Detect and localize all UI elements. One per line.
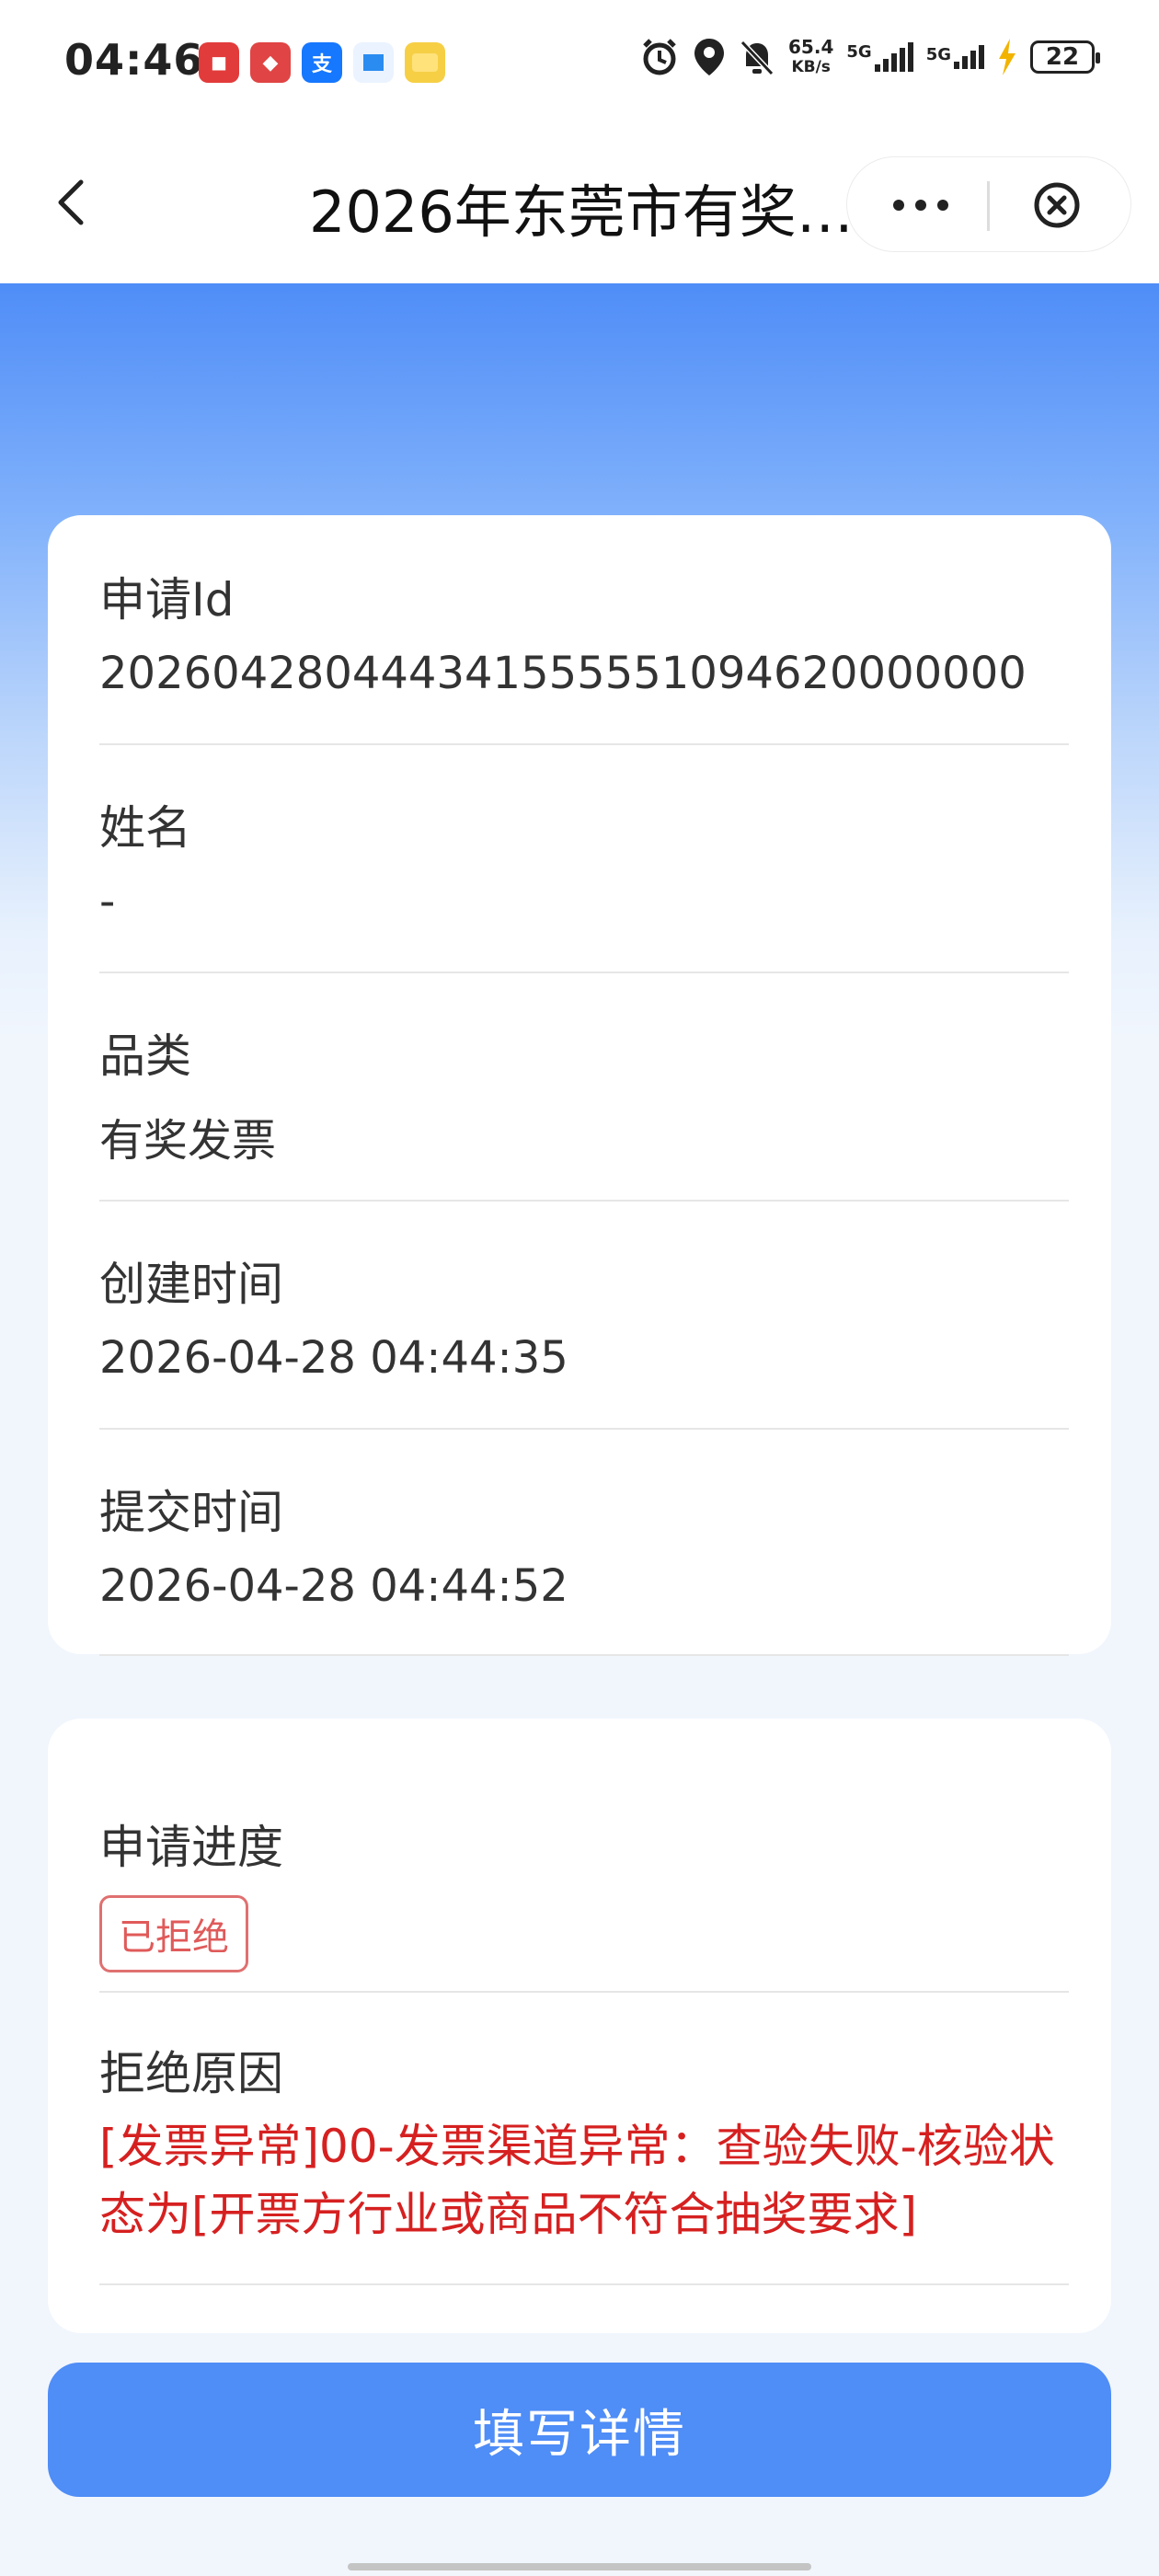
system-indicators: 65.4 KB/s 5G 5G 22 [639, 37, 1100, 77]
category-label: 品类 [99, 1029, 191, 1083]
category-value: 有奖发票 [99, 1115, 277, 1167]
submitted-time-value: 2026-04-28 04:44:52 [99, 1560, 568, 1612]
capsule-divider [987, 181, 990, 231]
sim1-signal: 5G [846, 42, 913, 72]
created-time-label: 创建时间 [99, 1258, 283, 1311]
network-speed: 65.4 KB/s [788, 37, 833, 77]
reject-reason-text: [发票异常]00-发票渠道异常：查验失败-核验状态为[开票方行业或商品不符合抽奖… [99, 2120, 1055, 2241]
apply-id-value: 202604280444341555551094620000000 [99, 648, 1027, 699]
close-circle-icon[interactable] [1031, 179, 1083, 231]
more-dots-icon[interactable] [884, 183, 958, 227]
name-row: 姓名 - [99, 743, 1069, 973]
name-label: 姓名 [99, 801, 191, 855]
net-speed-value: 65.4 [788, 36, 834, 58]
application-progress-card: 申请进度 已拒绝 拒绝原因 [发票异常]00-发票渠道异常：查验失败-核验状态为… [48, 1719, 1111, 2333]
battery-indicator: 22 [1030, 40, 1100, 74]
progress-row: 申请进度 已拒绝 [99, 1719, 1069, 1993]
mini-program-capsule [846, 156, 1131, 252]
reject-reason-label: 拒绝原因 [99, 2047, 283, 2100]
back-chevron-icon[interactable] [46, 175, 101, 230]
charging-icon [999, 39, 1016, 75]
created-time-value: 2026-04-28 04:44:35 [99, 1332, 568, 1384]
notification-app-icons: ◼ ◆ 支 [199, 42, 445, 83]
sim2-signal: 5G [926, 45, 984, 69]
location-icon [694, 39, 725, 75]
apply-id-label: 申请Id [99, 573, 235, 627]
status-bar: 04:46 ◼ ◆ 支 65.4 KB/s 5G 5G 22 [0, 0, 1159, 129]
alarm-icon [643, 39, 676, 75]
status-badge: 已拒绝 [99, 1895, 248, 1972]
shopping-app-icon: ◆ [250, 42, 291, 83]
apply-id-row: 申请Id 202604280444341555551094620000000 [99, 515, 1069, 745]
status-time: 04:46 [64, 35, 204, 85]
submitted-time-row: 提交时间 2026-04-28 04:44:52 [99, 1428, 1069, 1656]
progress-label: 申请进度 [99, 1821, 283, 1874]
created-time-row: 创建时间 2026-04-28 04:44:35 [99, 1200, 1069, 1430]
alipay-app-icon: 支 [302, 42, 342, 83]
name-value: - [99, 876, 116, 927]
application-info-card: 申请Id 202604280444341555551094620000000 姓… [48, 515, 1111, 1656]
submitted-time-label: 提交时间 [99, 1486, 283, 1539]
fill-details-button[interactable]: 填写详情 [48, 2363, 1111, 2497]
sim1-label: 5G [846, 42, 872, 62]
nav-bar: 2026年东莞市有奖… [0, 129, 1159, 283]
battery-level: 22 [1045, 43, 1080, 71]
sim2-label: 5G [925, 45, 951, 64]
home-indicator[interactable] [348, 2563, 811, 2570]
chat-app-icon [353, 42, 394, 83]
notes-app-icon [405, 42, 445, 83]
page-title: 2026年东莞市有奖… [309, 178, 854, 246]
net-speed-unit: KB/s [791, 58, 831, 76]
news-app-icon: ◼ [199, 42, 239, 83]
category-row: 品类 有奖发票 [99, 972, 1069, 1202]
reject-reason-row: 拒绝原因 [发票异常]00-发票渠道异常：查验失败-核验状态为[开票方行业或商品… [99, 1991, 1069, 2285]
mute-bell-icon [740, 40, 775, 76]
